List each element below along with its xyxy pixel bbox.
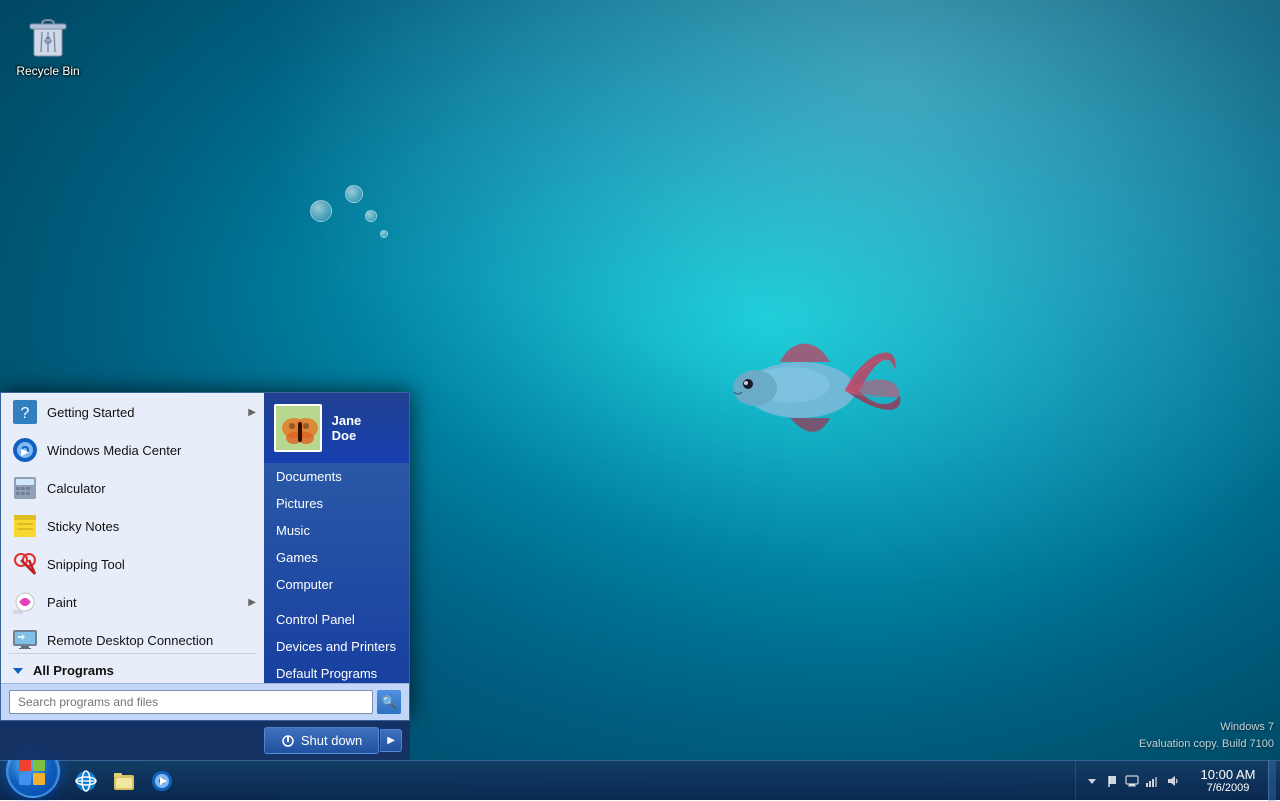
taskbar-explorer-button[interactable] [106,763,142,799]
start-menu-item-remote-desktop[interactable]: Remote Desktop Connection [1,621,264,649]
start-menu-programs-list: ? Getting Started ▶ [1,393,264,649]
taskbar-ie-button[interactable] [68,763,104,799]
system-tray: 10:00 AM 7/6/2009 [1075,761,1280,801]
snipping-tool-icon [11,550,39,578]
clock-date: 7/6/2009 [1207,782,1250,794]
user-avatar [274,404,322,452]
show-hidden-icons [1086,775,1098,787]
speaker-icon [1165,774,1179,788]
tray-action-center-icon[interactable] [1104,773,1120,789]
betta-fish [690,280,910,500]
svg-text:▶: ▶ [21,447,29,458]
user-area: Jane Doe [264,393,409,463]
start-right-devices-printers[interactable]: Devices and Printers [264,633,409,660]
start-menu: ? Getting Started ▶ [0,392,410,760]
start-menu-item-getting-started[interactable]: ? Getting Started ▶ [1,393,264,431]
start-menu-item-paint[interactable]: Paint ▶ [1,583,264,621]
explorer-icon [112,769,136,793]
start-menu-right-panel: Jane Doe Documents Pictures Music Games [264,393,409,683]
clock-area[interactable]: 10:00 AM 7/6/2009 [1188,761,1268,801]
all-programs-arrow-icon [11,664,25,678]
start-menu-item-sticky-notes[interactable]: Sticky Notes [1,507,264,545]
svg-text:♻: ♻ [44,36,53,47]
start-right-pictures[interactable]: Pictures [264,490,409,517]
show-desktop-button[interactable] [1268,761,1276,801]
recycle-bin-image: ♻ [24,12,72,60]
recycle-bin-label: Recycle Bin [16,64,79,78]
svg-text:?: ? [21,405,30,422]
arrow-icon: ▶ [248,407,256,418]
user-name: Jane Doe [322,403,399,453]
bubble-decoration [380,230,388,238]
sticky-notes-icon [11,512,39,540]
taskbar: 10:00 AM 7/6/2009 [0,760,1280,800]
bubble-decoration [365,210,377,222]
start-right-computer[interactable]: Computer [264,571,409,598]
power-icon [281,734,295,748]
recycle-bin-icon[interactable]: ♻ Recycle Bin [8,8,88,82]
notification-icons [1075,761,1188,801]
start-menu-item-calculator[interactable]: Calculator [1,469,264,507]
search-button[interactable]: 🔍 [377,690,401,714]
windows-media-center-icon: ▶ [11,436,39,464]
start-menu-left-panel: ? Getting Started ▶ [1,393,264,683]
ie-icon [74,769,98,793]
tray-arrow-icon[interactable] [1084,773,1100,789]
clock-time: 10:00 AM [1201,767,1256,782]
remote-desktop-icon [11,626,39,649]
media-player-icon [150,769,174,793]
windows-version: Windows 7 Evaluation copy. Build 7100 [1139,719,1274,752]
bubble-decoration [345,185,363,203]
all-programs-button[interactable]: All Programs [1,658,264,683]
shutdown-button[interactable]: Shut down [264,727,379,754]
desktop: ♻ Recycle Bin Windows 7 Evaluation copy.… [0,0,1280,800]
start-right-documents[interactable]: Documents [264,463,409,490]
shutdown-arrow-button[interactable]: ▶ [380,729,402,752]
taskbar-media-player-button[interactable] [144,763,180,799]
search-input[interactable] [9,690,373,714]
start-menu-item-windows-media-center[interactable]: ▶ Windows Media Center [1,431,264,469]
calculator-icon [11,474,39,502]
tray-volume-icon[interactable] [1164,773,1180,789]
start-menu-search-bar: 🔍 [1,683,409,720]
start-right-games[interactable]: Games [264,544,409,571]
start-right-music[interactable]: Music [264,517,409,544]
taskbar-pinned-icons [68,763,180,799]
flag-icon [1105,774,1119,788]
bubble-decoration [310,200,332,222]
signal-bars-icon [1145,774,1159,788]
tray-network-icon[interactable] [1124,773,1140,789]
getting-started-icon: ? [11,398,39,426]
start-right-control-panel[interactable]: Control Panel [264,606,409,633]
tray-signal-icon[interactable] [1144,773,1160,789]
monitor-icon [1125,774,1139,788]
start-menu-item-snipping-tool[interactable]: Snipping Tool [1,545,264,583]
paint-icon [11,588,39,616]
programs-divider [9,653,256,654]
shutdown-bar: Shut down ▶ [0,720,410,760]
paint-arrow-icon: ▶ [248,597,256,608]
